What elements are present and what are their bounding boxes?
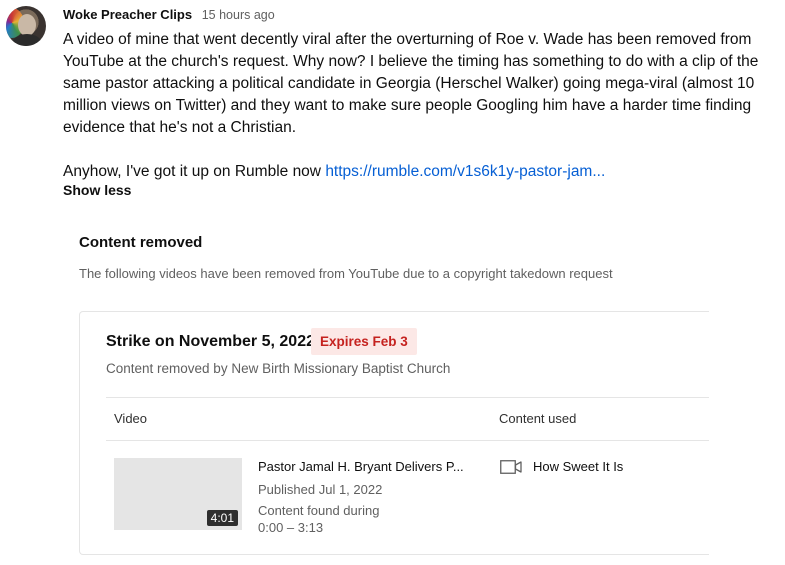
video-published-date: Published Jul 1, 2022 <box>258 482 383 497</box>
avatar[interactable] <box>6 6 46 46</box>
divider-top <box>106 397 709 398</box>
video-camera-icon <box>500 460 522 474</box>
comment-author[interactable]: Woke Preacher Clips <box>63 7 192 22</box>
avatar-body <box>12 34 42 46</box>
video-title[interactable]: Pastor Jamal H. Bryant Delivers P... <box>258 459 478 474</box>
content-removed-description: The following videos have been removed f… <box>79 266 613 281</box>
video-thumbnail[interactable]: 4:01 <box>114 458 242 530</box>
divider-header <box>106 440 709 441</box>
content-removed-title: Content removed <box>79 234 203 251</box>
strike-card: Strike on November 5, 2022 Expires Feb 3… <box>79 311 709 555</box>
comment-paragraph-2: Anyhow, I've got it up on Rumble now htt… <box>63 161 783 183</box>
removed-by-text: Content removed by New Birth Missionary … <box>106 361 451 376</box>
comment-body: A video of mine that went decently viral… <box>63 29 783 183</box>
avatar-face <box>18 14 36 36</box>
content-found-label: Content found during <box>258 503 380 518</box>
comment-paragraph-1: A video of mine that went decently viral… <box>63 31 759 136</box>
comment-timestamp[interactable]: 15 hours ago <box>202 8 275 22</box>
show-less-button[interactable]: Show less <box>63 182 131 198</box>
content-used-title: How Sweet It Is <box>533 459 624 474</box>
column-header-content-used: Content used <box>499 411 577 426</box>
comment-paragraph-2-text: Anyhow, I've got it up on Rumble now <box>63 163 326 180</box>
expires-badge: Expires Feb 3 <box>311 328 417 355</box>
video-duration: 4:01 <box>206 510 238 526</box>
comment-header: Woke Preacher Clips 15 hours ago <box>63 7 275 22</box>
strike-title: Strike on November 5, 2022 <box>106 333 315 350</box>
column-header-video: Video <box>114 411 148 426</box>
rumble-link[interactable]: https://rumble.com/v1s6k1y-pastor-jam... <box>325 163 605 180</box>
content-found-range: 0:00 – 3:13 <box>258 520 324 535</box>
